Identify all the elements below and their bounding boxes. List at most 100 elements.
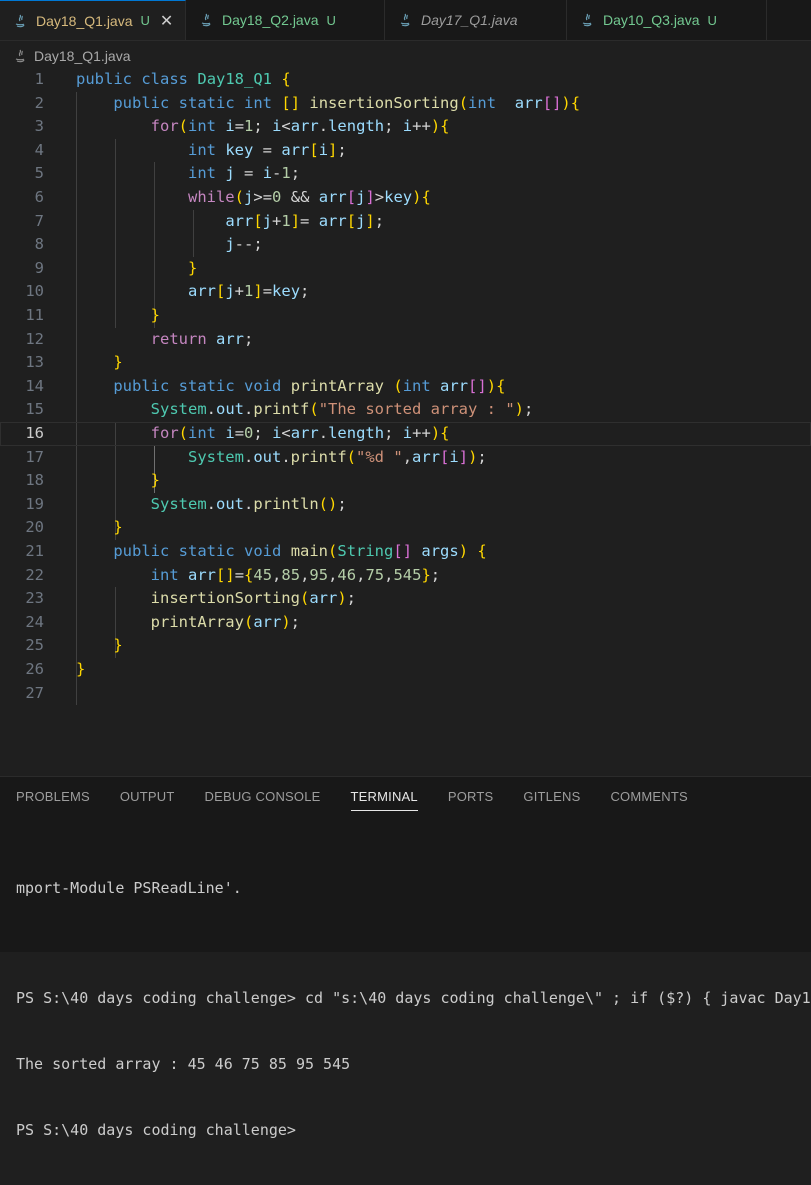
code-line[interactable]: 3 for(int i=1; i<arr.length; i++){ — [0, 115, 811, 139]
code-text: } — [113, 636, 123, 655]
code-line[interactable]: 14 public static void printArray (int ar… — [0, 375, 811, 399]
line-number: 9 — [34, 258, 44, 277]
panel-tabs: PROBLEMS OUTPUT DEBUG CONSOLE TERMINAL P… — [16, 789, 688, 811]
tab-output[interactable]: OUTPUT — [120, 789, 175, 811]
line-number: 22 — [25, 565, 44, 584]
code-editor[interactable]: 1 public class Day18_Q1 {2 public static … — [0, 68, 811, 776]
code-text: public static void printArray (int arr[]… — [113, 376, 506, 395]
line-number: 23 — [25, 589, 44, 608]
line-number: 11 — [25, 306, 44, 324]
breadcrumb-file: Day18_Q1.java — [34, 48, 131, 64]
code-text: printArray(arr); — [150, 612, 301, 631]
terminal-output[interactable]: mport-Module PSReadLine'. PS S:\40 days … — [16, 833, 811, 1185]
java-file-icon — [15, 14, 25, 27]
code-text: j--; — [225, 235, 263, 254]
code-text: System.out.printf("%d ",arr[i]); — [187, 447, 487, 466]
code-line[interactable]: 19 System.out.println(); — [0, 493, 811, 517]
code-line[interactable]: 10 arr[j+1]=key; — [0, 280, 811, 304]
tab-comments[interactable]: COMMENTS — [610, 789, 687, 811]
code-line[interactable]: 17 System.out.printf("%d ",arr[i]); — [0, 446, 811, 470]
code-line[interactable]: 15 System.out.printf("The sorted array :… — [0, 398, 811, 422]
untracked-badge: U — [140, 13, 150, 28]
code-line[interactable]: 1 public class Day18_Q1 { — [0, 68, 811, 92]
code-line[interactable]: 6 while(j>=0 && arr[j]>key){ — [0, 186, 811, 210]
code-text: } — [150, 471, 160, 490]
code-line[interactable]: 21 public static void main(String[] args… — [0, 540, 811, 564]
untracked-badge: U — [326, 12, 336, 28]
code-line[interactable]: 18 } — [0, 469, 811, 493]
java-file-icon — [15, 49, 25, 63]
tab-terminal[interactable]: TERMINAL — [350, 789, 418, 811]
line-number: 10 — [25, 282, 44, 301]
code-text: int key = arr[i]; — [187, 140, 347, 159]
line-number: 5 — [34, 164, 44, 183]
bottom-panel: PROBLEMS OUTPUT DEBUG CONSOLE TERMINAL P… — [0, 776, 811, 1139]
code-text: arr[j+1]=key; — [187, 282, 310, 301]
java-file-icon — [201, 13, 211, 27]
code-line[interactable]: 4 int key = arr[i]; — [0, 139, 811, 163]
code-text: } — [76, 660, 86, 678]
code-text: public static void main(String[] args) { — [113, 542, 487, 560]
line-number: 27 — [25, 683, 44, 702]
close-icon[interactable]: ✕ — [160, 11, 173, 31]
code-text: System.out.println(); — [150, 494, 347, 513]
code-line[interactable]: 7 arr[j+1]= arr[j]; — [0, 210, 811, 234]
tab-debug-console[interactable]: DEBUG CONSOLE — [205, 789, 321, 811]
code-line[interactable]: 27 — [0, 682, 811, 706]
line-number: 16 — [25, 424, 44, 442]
line-number: 6 — [34, 188, 44, 206]
code-line[interactable]: 16 for(int i=0; i<arr.length; i++){ — [0, 422, 811, 446]
code-text: int arr[]={45,85,95,46,75,545}; — [150, 565, 441, 584]
code-text: } — [113, 518, 123, 537]
code-line[interactable]: 2 public static int [] insertionSorting(… — [0, 92, 811, 116]
code-line[interactable]: 23 insertionSorting(arr); — [0, 587, 811, 611]
code-line[interactable]: 9 } — [0, 257, 811, 281]
line-number: 12 — [25, 329, 44, 348]
code-text: System.out.printf("The sorted array : ")… — [150, 400, 534, 419]
code-line[interactable]: 25 } — [0, 634, 811, 658]
tab-label: Day18_Q2.java — [222, 12, 319, 28]
tab-label: Day10_Q3.java — [603, 12, 700, 28]
tab-day18-q2[interactable]: Day18_Q2.java U — [186, 0, 385, 40]
tab-day18-q1[interactable]: Day18_Q1.java U ✕ — [0, 0, 186, 40]
line-number: 13 — [25, 353, 44, 372]
code-text: for(int i=1; i<arr.length; i++){ — [150, 117, 450, 136]
line-number: 21 — [25, 542, 44, 560]
line-number: 15 — [25, 400, 44, 419]
code-line[interactable]: 8 j--; — [0, 233, 811, 257]
code-text: int j = i-1; — [187, 164, 301, 183]
breadcrumb[interactable]: Day18_Q1.java — [12, 45, 131, 67]
tab-day10-q3[interactable]: Day10_Q3.java U — [567, 0, 767, 40]
code-line[interactable]: 5 int j = i-1; — [0, 162, 811, 186]
code-line[interactable]: 24 printArray(arr); — [0, 611, 811, 635]
code-text: return arr; — [150, 329, 254, 348]
terminal-line: PS S:\40 days coding challenge> cd "s:\4… — [16, 989, 811, 1007]
untracked-badge: U — [707, 12, 717, 28]
code-line[interactable]: 22 int arr[]={45,85,95,46,75,545}; — [0, 564, 811, 588]
line-number: 19 — [25, 494, 44, 513]
code-text: } — [150, 306, 160, 324]
tab-day17-q1[interactable]: Day17_Q1.java — [385, 0, 567, 40]
line-number: 8 — [34, 235, 44, 254]
tab-problems[interactable]: PROBLEMS — [16, 789, 90, 811]
tab-ports[interactable]: PORTS — [448, 789, 494, 811]
line-number: 1 — [34, 70, 44, 88]
line-number: 14 — [25, 376, 44, 395]
code-text: arr[j+1]= arr[j]; — [225, 211, 385, 230]
code-line[interactable]: 20 } — [0, 516, 811, 540]
line-number: 24 — [25, 612, 44, 631]
code-line[interactable]: 26} — [0, 658, 811, 682]
code-line[interactable]: 11 } — [0, 304, 811, 328]
tab-label: Day18_Q1.java — [36, 12, 133, 29]
code-line[interactable]: 13 } — [0, 351, 811, 375]
line-number: 25 — [25, 636, 44, 655]
tab-gitlens[interactable]: GITLENS — [523, 789, 580, 811]
code-text: insertionSorting(arr); — [150, 589, 356, 608]
line-number: 18 — [25, 471, 44, 490]
code-text: while(j>=0 && arr[j]>key){ — [187, 188, 431, 206]
code-text: } — [187, 258, 198, 277]
line-number: 4 — [34, 140, 44, 159]
terminal-line: PS S:\40 days coding challenge> — [16, 1121, 296, 1139]
line-number: 26 — [25, 660, 44, 678]
code-line[interactable]: 12 return arr; — [0, 328, 811, 352]
